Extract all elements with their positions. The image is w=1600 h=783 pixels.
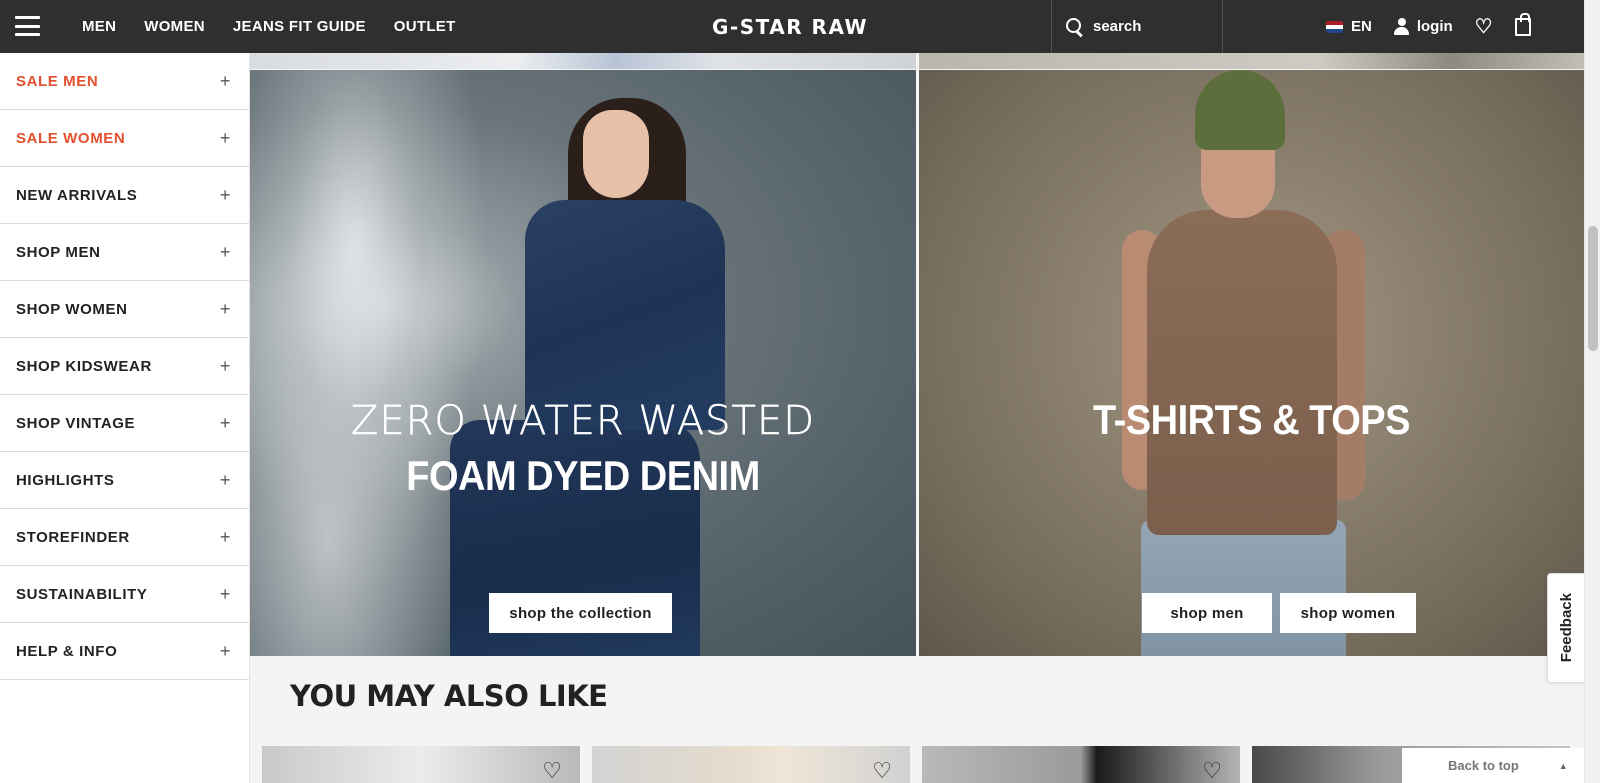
sidebar-item-shop-men[interactable]: SHOP MEN + [0, 224, 249, 281]
nav-men[interactable]: MEN [82, 18, 116, 35]
header-tools: EN login ♡ [1326, 0, 1531, 53]
page-scrollbar[interactable] [1584, 0, 1600, 783]
previous-banner-strip [250, 53, 1584, 69]
plus-icon: + [219, 640, 231, 661]
product-card[interactable]: ♡ [592, 746, 910, 783]
sidebar-item-label: STOREFINDER [16, 528, 130, 546]
sidebar-item-label: NEW ARRIVALS [16, 186, 138, 204]
bag-icon[interactable] [1514, 12, 1531, 36]
sidebar-item-shop-kidswear[interactable]: SHOP KIDSWEAR + [0, 338, 249, 395]
sidebar-item-shop-women[interactable]: SHOP WOMEN + [0, 281, 249, 338]
wishlist-heart-icon[interactable]: ♡ [872, 760, 892, 782]
wishlist-heart-icon[interactable]: ♡ [542, 760, 562, 782]
nav-outlet[interactable]: OUTLET [394, 18, 456, 35]
back-to-top-button[interactable]: Back to top ▲ [1402, 748, 1584, 783]
plus-icon: + [219, 70, 231, 91]
feedback-tab[interactable]: Feedback [1547, 573, 1584, 683]
plus-icon: + [219, 298, 231, 319]
sidebar-item-label: SHOP VINTAGE [16, 414, 136, 432]
feedback-label: Feedback [1557, 593, 1575, 663]
sidebar-item-label: SHOP KIDSWEAR [16, 357, 152, 375]
sidebar-item-sale-men[interactable]: SALE MEN + [0, 53, 249, 110]
main-content: ZERO WATER WASTED FOAM DYED DENIM shop t… [250, 53, 1584, 783]
sidebar-item-label: SHOP WOMEN [16, 300, 128, 318]
shop-men-button[interactable]: shop men [1142, 593, 1272, 633]
sidebar-item-label: SALE WOMEN [16, 129, 126, 147]
promo-headline: T-SHIRTS & TOPS [1093, 397, 1410, 445]
sidebar-item-label: SHOP MEN [16, 243, 101, 261]
plus-icon: + [219, 355, 231, 376]
nav-women[interactable]: WOMEN [144, 18, 205, 35]
product-card[interactable]: ♡ [262, 746, 580, 783]
main-nav: MEN WOMEN JEANS FIT GUIDE OUTLET [82, 0, 456, 53]
caret-up-icon: ▲ [1558, 760, 1568, 771]
shop-women-button[interactable]: shop women [1280, 593, 1416, 633]
plus-icon: + [219, 583, 231, 604]
search-placeholder: search [1093, 18, 1142, 35]
sidebar-item-label: HELP & INFO [16, 642, 118, 660]
menu-icon[interactable] [15, 16, 40, 36]
user-icon [1393, 18, 1409, 35]
plus-icon: + [219, 127, 231, 148]
shop-collection-button[interactable]: shop the collection [489, 593, 672, 633]
sidebar-item-highlights[interactable]: HIGHLIGHTS + [0, 452, 249, 509]
scrollbar-thumb[interactable] [1588, 226, 1598, 351]
sidebar-item-sustainability[interactable]: SUSTAINABILITY + [0, 566, 249, 623]
back-to-top-label: Back to top [1448, 758, 1519, 773]
promo-tshirts-tops[interactable]: T-SHIRTS & TOPS shop men shop women [919, 70, 1584, 656]
language-label: EN [1351, 18, 1372, 35]
sidebar-item-help-info[interactable]: HELP & INFO + [0, 623, 249, 680]
sidebar-item-new-arrivals[interactable]: NEW ARRIVALS + [0, 167, 249, 224]
product-card[interactable]: ♡ [922, 746, 1240, 783]
sidebar-item-label: SALE MEN [16, 72, 99, 90]
search-input[interactable]: search [1051, 0, 1223, 53]
plus-icon: + [219, 526, 231, 547]
sidebar-item-shop-vintage[interactable]: SHOP VINTAGE + [0, 395, 249, 452]
search-icon [1066, 18, 1083, 35]
flag-nl-icon [1326, 20, 1343, 33]
plus-icon: + [219, 241, 231, 262]
sidebar-menu: SALE MEN + SALE WOMEN + NEW ARRIVALS + SHOP… [0, 53, 250, 783]
recommendations-row: ♡ ♡ ♡ [262, 746, 1570, 783]
plus-icon: + [219, 412, 231, 433]
promo-tagline: ZERO WATER WASTED [350, 398, 816, 445]
promo-headline: FOAM DYED DENIM [406, 453, 760, 501]
plus-icon: + [219, 184, 231, 205]
recommendations-title: YOU MAY ALSO LIKE [290, 679, 608, 713]
top-nav-bar: MEN WOMEN JEANS FIT GUIDE OUTLET G-STAR … [0, 0, 1584, 53]
login-label: login [1416, 18, 1453, 35]
sidebar-item-label: SUSTAINABILITY [16, 585, 148, 603]
sidebar-item-label: HIGHLIGHTS [16, 471, 115, 489]
sidebar-item-sale-women[interactable]: SALE WOMEN + [0, 110, 249, 167]
promo-foam-dyed-denim[interactable]: ZERO WATER WASTED FOAM DYED DENIM shop t… [250, 70, 916, 656]
wishlist-heart-icon[interactable]: ♡ [1202, 760, 1222, 782]
brand-logo[interactable]: G-STAR RAW [712, 15, 868, 39]
nav-jeans-fit-guide[interactable]: JEANS FIT GUIDE [233, 18, 366, 35]
plus-icon: + [219, 469, 231, 490]
login-button[interactable]: login [1393, 18, 1453, 35]
wishlist-heart-icon[interactable]: ♡ [1475, 17, 1493, 37]
sidebar-item-storefinder[interactable]: STOREFINDER + [0, 509, 249, 566]
language-selector[interactable]: EN [1326, 18, 1372, 35]
